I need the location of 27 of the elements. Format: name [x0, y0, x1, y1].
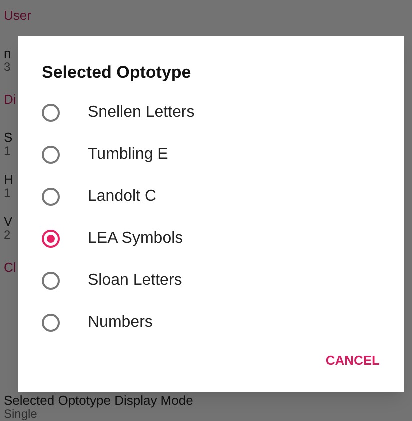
- option-label[interactable]: Numbers: [88, 310, 153, 334]
- section-header: User: [4, 8, 32, 23]
- setting-value: 1: [4, 145, 11, 158]
- radio-button[interactable]: [42, 104, 60, 122]
- option-label[interactable]: Snellen Letters: [88, 100, 195, 124]
- setting-title: V: [4, 214, 13, 229]
- cancel-button[interactable]: CANCEL: [318, 344, 388, 376]
- option-label[interactable]: LEA Symbols: [88, 226, 184, 250]
- dialog-title: Selected Optotype: [42, 62, 192, 84]
- option-label[interactable]: Sloan Letters: [88, 268, 182, 292]
- setting-value: Single: [4, 408, 38, 421]
- setting-title: S: [4, 130, 13, 145]
- option-label[interactable]: Tumbling E: [88, 142, 168, 166]
- radio-button[interactable]: [42, 188, 60, 206]
- section-header: Di: [4, 92, 16, 107]
- setting-title: Selected Optotype Display Mode: [4, 393, 194, 408]
- section-header: Cl: [4, 260, 16, 275]
- radio-button[interactable]: [42, 314, 60, 332]
- setting-value: 1: [4, 187, 11, 200]
- setting-title: n: [4, 46, 12, 61]
- setting-value: 3: [4, 61, 11, 74]
- setting-title: H: [4, 172, 14, 187]
- radio-button[interactable]: [42, 146, 60, 164]
- radio-button[interactable]: [42, 230, 60, 248]
- radio-button[interactable]: [42, 272, 60, 290]
- setting-value: 2: [4, 229, 11, 242]
- option-label[interactable]: Landolt C: [88, 184, 156, 208]
